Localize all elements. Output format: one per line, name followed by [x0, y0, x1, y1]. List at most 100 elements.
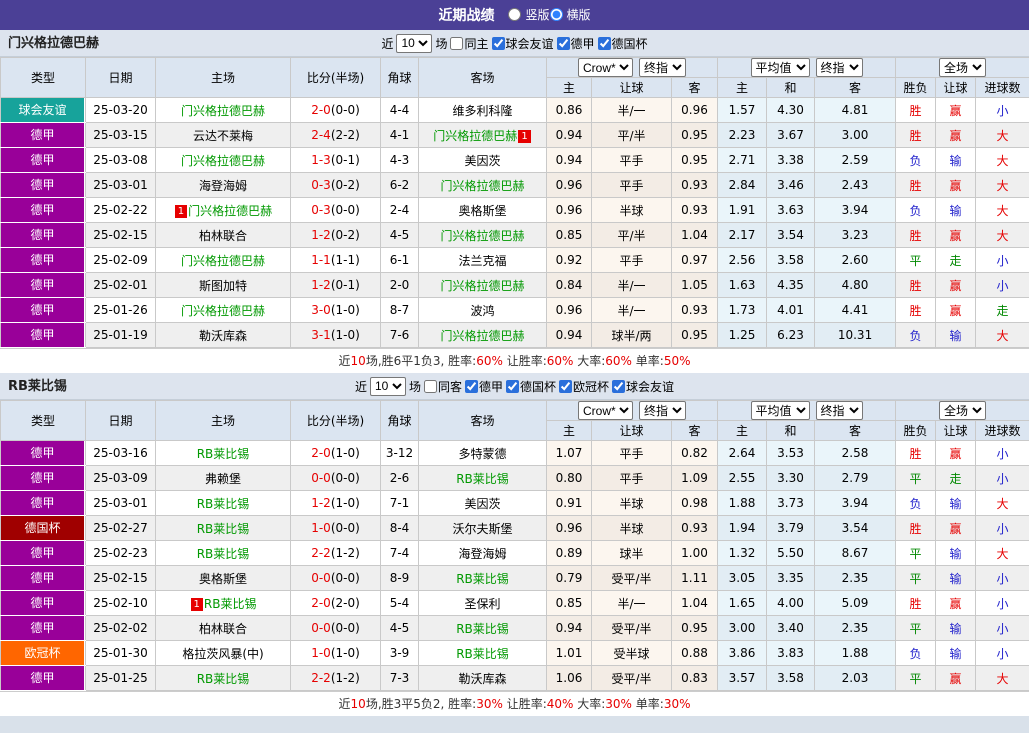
league-filter-checkbox[interactable]: 球会友谊 [612, 378, 674, 395]
away-team[interactable]: 沃尔夫斯堡 [418, 515, 547, 541]
away-team[interactable]: 美因茨 [418, 490, 547, 516]
col-result-goals: 进球数 [975, 420, 1029, 441]
home-team[interactable]: RB莱比锡 [155, 540, 291, 566]
away-team[interactable]: 法兰克福 [418, 247, 547, 273]
odds-company-select[interactable]: Crow* [578, 58, 633, 77]
league-filter-checkbox[interactable]: 德国杯 [597, 35, 648, 52]
home-team[interactable]: 1 门兴格拉德巴赫 [155, 197, 291, 223]
same-venue-checkbox[interactable]: 同客 [423, 378, 462, 395]
average-stage-select[interactable]: 终指 [815, 401, 863, 420]
odds-away: 0.97 [670, 247, 719, 273]
league-filter-checkbox[interactable]: 欧冠杯 [559, 378, 609, 395]
away-team[interactable]: RB莱比锡 [418, 640, 547, 666]
league-filter-checkbox-input[interactable] [559, 379, 573, 393]
home-team[interactable]: RB莱比锡 [155, 515, 291, 541]
avg-home: 3.00 [717, 615, 768, 641]
col-odds-away: 客 [670, 77, 719, 98]
home-team[interactable]: RB莱比锡 [155, 665, 291, 691]
fulltime-select[interactable]: 全场 [939, 401, 987, 420]
match-date: 25-02-15 [85, 565, 156, 591]
summary-segment: 30% [605, 697, 632, 711]
home-team[interactable]: 门兴格拉德巴赫 [155, 97, 291, 123]
league-filter-checkbox-input[interactable] [597, 36, 611, 50]
home-team[interactable]: 柏林联合 [155, 615, 291, 641]
average-select[interactable]: 平均值 [750, 58, 810, 77]
fulltime-select[interactable]: 全场 [939, 58, 987, 77]
home-team[interactable]: 门兴格拉德巴赫 [155, 247, 291, 273]
recent-count-select[interactable]: 10 [369, 376, 406, 396]
home-team[interactable]: 勒沃库森 [155, 322, 291, 348]
result-wdl: 负 [895, 640, 937, 666]
same-venue-checkbox-input[interactable] [450, 36, 464, 50]
avg-home: 1.91 [717, 197, 768, 223]
away-team[interactable]: RB莱比锡 [418, 565, 547, 591]
away-team[interactable]: 门兴格拉德巴赫 [418, 222, 547, 248]
match-score: 2-0(2-0) [290, 590, 381, 616]
league-filter-checkbox-input[interactable] [556, 36, 570, 50]
league-filter-checkbox-input[interactable] [464, 379, 478, 393]
league-filter-checkbox[interactable]: 球会友谊 [491, 35, 554, 52]
layout-radio-0[interactable]: 竖版 [508, 6, 550, 23]
away-team[interactable]: 波鸿 [418, 297, 547, 323]
layout-radio-input[interactable] [508, 8, 522, 21]
away-team[interactable]: 门兴格拉德巴赫 [418, 322, 547, 348]
avg-draw: 3.83 [766, 640, 816, 666]
same-venue-checkbox-input[interactable] [423, 379, 437, 393]
home-team[interactable]: 弗赖堡 [155, 465, 291, 491]
same-venue-checkbox[interactable]: 同主 [450, 35, 489, 52]
home-team[interactable]: 格拉茨风暴(中) [155, 640, 291, 666]
odds-home: 0.91 [546, 490, 592, 516]
result-handicap: 赢 [935, 440, 977, 466]
home-team[interactable]: RB莱比锡 [155, 440, 291, 466]
league-filter-checkbox-input[interactable] [612, 379, 626, 393]
home-team[interactable]: 门兴格拉德巴赫 [155, 147, 291, 173]
odds-home: 0.79 [546, 565, 592, 591]
corner-count: 2-4 [380, 197, 419, 223]
home-team[interactable]: 1 RB莱比锡 [155, 590, 291, 616]
summary-segment: 单率: [631, 354, 664, 368]
col-corners: 角球 [380, 57, 419, 98]
odds-stage-select[interactable]: 终指 [639, 58, 686, 77]
home-team[interactable]: 斯图加特 [155, 272, 291, 298]
away-team[interactable]: 维多利科隆 [418, 97, 547, 123]
away-team[interactable]: 奥格斯堡 [418, 197, 547, 223]
average-select[interactable]: 平均值 [750, 401, 810, 420]
section-header: 门兴格拉德巴赫 近 10 场同主 球会友谊 德甲 德国杯 [0, 30, 1029, 57]
odds-company-select[interactable]: Crow* [578, 401, 633, 420]
layout-radio-input[interactable] [549, 8, 563, 21]
result-goals: 大 [975, 122, 1029, 148]
league-filter-checkbox[interactable]: 德甲 [464, 378, 503, 395]
home-team[interactable]: 柏林联合 [155, 222, 291, 248]
layout-radio-1[interactable]: 横版 [549, 6, 591, 23]
away-team[interactable]: RB莱比锡 [418, 615, 547, 641]
home-team[interactable]: 云达不莱梅 [155, 122, 291, 148]
col-corners: 角球 [380, 400, 419, 441]
away-team[interactable]: 门兴格拉德巴赫 1 [418, 122, 547, 148]
league-filter-checkbox-input[interactable] [506, 379, 519, 393]
odds-stage-select[interactable]: 终指 [639, 401, 686, 420]
summary-segment: 场,胜6平1负3, 胜率: [365, 354, 477, 368]
away-team[interactable]: 门兴格拉德巴赫 [418, 172, 547, 198]
away-team[interactable]: 多特蒙德 [418, 440, 547, 466]
away-team[interactable]: RB莱比锡 [418, 465, 547, 491]
result-goals: 小 [975, 247, 1029, 273]
away-team[interactable]: 美因茨 [418, 147, 547, 173]
home-team[interactable]: 门兴格拉德巴赫 [155, 297, 291, 323]
recent-count-select[interactable]: 10 [396, 33, 433, 53]
result-handicap: 赢 [935, 665, 977, 691]
away-team[interactable]: 海登海姆 [418, 540, 547, 566]
league-filter-checkbox-input[interactable] [491, 36, 505, 50]
corner-count: 4-1 [380, 122, 419, 148]
home-team[interactable]: 奥格斯堡 [155, 565, 291, 591]
avg-home: 2.64 [717, 440, 768, 466]
away-team[interactable]: 勒沃库森 [418, 665, 547, 691]
average-stage-select[interactable]: 终指 [815, 58, 863, 77]
league-filter-checkbox[interactable]: 德甲 [556, 35, 595, 52]
away-team[interactable]: 门兴格拉德巴赫 [418, 272, 547, 298]
result-goals: 小 [975, 272, 1029, 298]
home-team[interactable]: 海登海姆 [155, 172, 291, 198]
league-filter-checkbox[interactable]: 德国杯 [506, 378, 556, 395]
home-team[interactable]: RB莱比锡 [155, 490, 291, 516]
away-team[interactable]: 圣保利 [418, 590, 547, 616]
layout-toggle-group: 竖版 横版 [508, 6, 591, 24]
